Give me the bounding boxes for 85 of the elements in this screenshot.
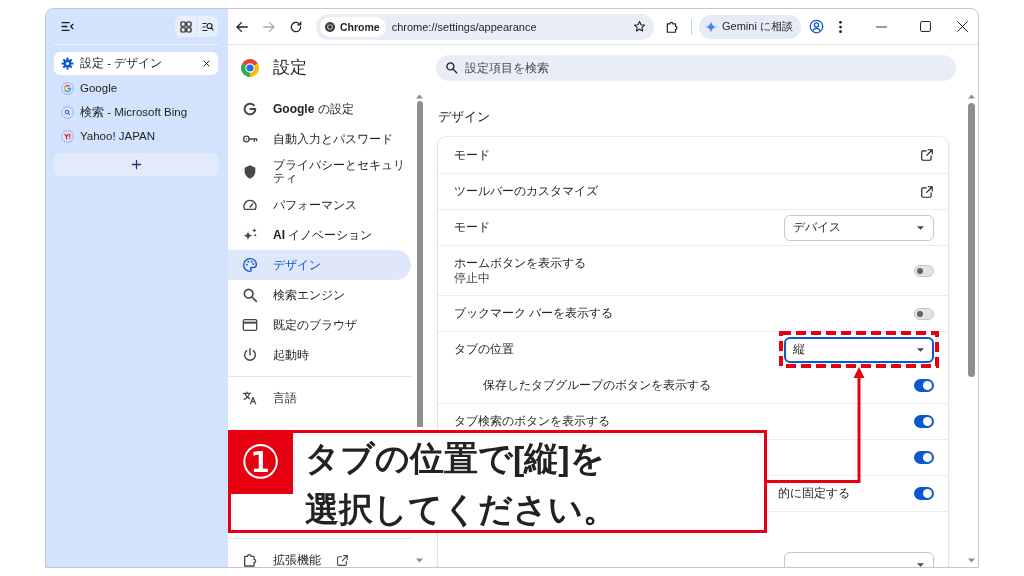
scroll-up-arrow-icon[interactable] [416,94,423,99]
address-bar[interactable]: Chrome chrome://settings/appearance [316,13,654,40]
setting-label: ホームボタンを表示する [454,255,587,271]
external-link-icon[interactable] [920,148,934,162]
profile-icon [809,19,825,34]
star-icon[interactable] [633,20,646,33]
nav-item[interactable]: 検索エンジン [228,280,411,310]
dropdown[interactable]: 縦 [784,336,934,363]
toggle-switch[interactable] [914,378,934,392]
translate-icon [242,390,258,406]
nav-item[interactable]: 拡張機能 [228,545,411,567]
nav-item[interactable]: 起動時 [228,340,411,370]
minimize-icon [875,25,887,28]
close-icon[interactable] [202,59,211,68]
setting-label: モード [454,220,491,235]
nav-item[interactable]: デザイン [228,250,411,280]
setting-label: 保存したタブグループのボタンを表示する [483,377,712,393]
power-icon [242,347,258,363]
setting-label: タブ検索のボタンを表示する [454,414,611,429]
setting-label: ツールバーのカスタマイズ [454,184,599,199]
setting-label: 的に固定する [778,487,850,499]
close-icon [956,21,968,32]
browser-window-icon [242,317,258,333]
nav-item[interactable]: AI イノベーション [228,220,411,250]
puzzle-piece-icon [242,552,258,567]
puzzle-piece-icon [665,19,679,34]
browser-logo-icon [241,58,259,77]
page-title: 設定 [273,57,307,79]
scrollbar-thumb[interactable] [968,103,975,377]
site-info-chip[interactable]: Chrome [320,16,386,37]
toggle-switch[interactable] [914,415,934,428]
section-title: デザイン [438,109,491,126]
toggle-switch[interactable] [914,307,934,320]
step-badge: ① [228,430,293,494]
external-link-icon[interactable] [920,184,934,199]
sparkle-icon [705,20,717,33]
callout-text: タブの位置で[縦]を [305,438,605,479]
setting-label: モード [454,147,491,163]
tab[interactable]: 設定 - デザイン [54,52,218,75]
scroll-down-arrow-icon[interactable] [968,558,975,563]
toggle-switch[interactable] [914,451,934,464]
shield-icon [242,164,258,180]
toggle-switch[interactable] [914,264,934,277]
scroll-up-arrow-icon[interactable] [968,94,975,99]
caret-icon [917,563,924,567]
caret-icon [917,225,924,230]
setting-label: タブの位置 [454,342,515,357]
search-field[interactable]: 設定項目を検索 [436,54,956,81]
nav-item[interactable]: Google の設定 [228,94,411,124]
menu-collapse-icon [61,20,74,33]
nav-item[interactable]: 自動入力とパスワード [228,124,411,154]
maximize-icon [919,21,931,32]
ask-gemini-button[interactable]: Gemini に相談 [699,14,801,39]
list-search-icon [201,20,214,33]
tab[interactable]: Google [54,76,218,100]
search-icon [445,61,458,74]
back-arrow-icon [235,19,249,34]
speedometer-icon [242,197,258,213]
more-vertical-icon [839,19,843,34]
reload-icon [289,19,303,34]
scrollbar-thumb[interactable] [416,101,423,427]
g-letter-icon [242,101,258,117]
plus-icon [130,159,142,170]
tab-search-button[interactable] [197,16,218,37]
setting-label: ブックマーク バーを表示する [454,306,615,321]
nav-item[interactable]: 既定のブラウザ [228,310,411,340]
callout-text: 選択してください。 [305,489,617,530]
search-icon [242,287,258,303]
setting-status: 停止中 [454,270,491,286]
tab[interactable]: Yahoo! JAPAN [54,124,218,148]
toggle-switch[interactable] [914,487,934,500]
caret-icon [917,347,924,352]
nav-item[interactable]: パフォーマンス [228,190,411,220]
tab-groups-button[interactable] [175,16,196,37]
scroll-down-arrow-icon[interactable] [416,558,423,563]
external-link-icon[interactable] [336,553,349,567]
nav-item[interactable]: プライバシーとセキュリティ [228,154,411,190]
nav-item[interactable]: 言語 [228,383,411,413]
browser-logo-icon [324,20,336,33]
dropdown[interactable]: デバイス [784,214,934,241]
tab[interactable]: 検索 - Microsoft Bing [54,100,218,124]
url-text: chrome://settings/appearance [391,20,538,33]
grid-icon [179,20,192,33]
forward-arrow-icon [262,19,276,34]
palette-icon [242,257,258,273]
